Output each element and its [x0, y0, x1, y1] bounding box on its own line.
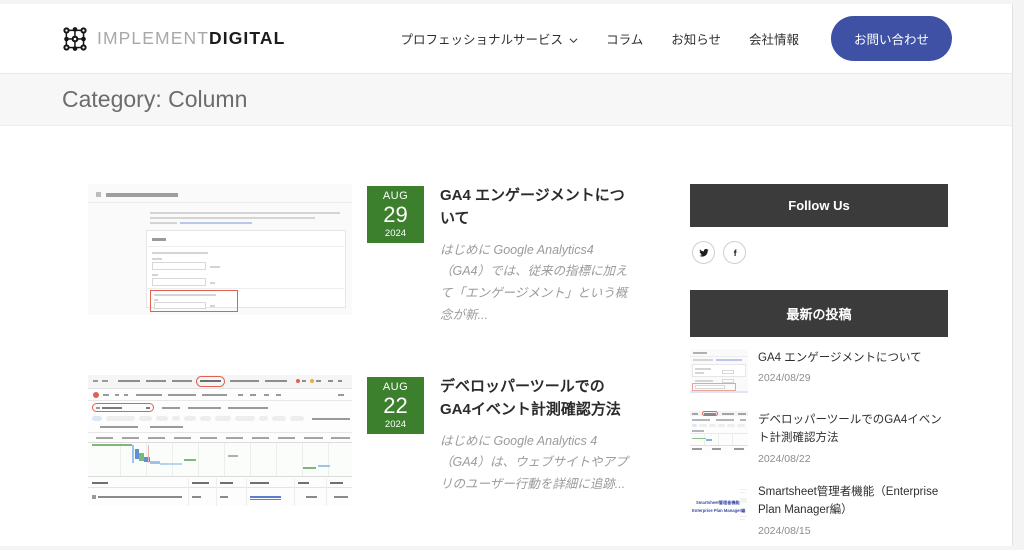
smartsheet-thumb-line2: Enterprise Plan Manager編 — [692, 507, 746, 513]
recent-post-title: デベロッパーツールでのGA4イベント計測確認方法 — [758, 414, 942, 445]
date-month: AUG — [382, 380, 409, 393]
site-header: IMPLEMENTDIGITAL プロフェッショナルサービス コラム お知らせ … — [0, 4, 1012, 74]
logo-wordmark: IMPLEMENTDIGITAL — [97, 28, 285, 49]
facebook-icon[interactable] — [723, 241, 746, 264]
nav-label: お知らせ — [671, 33, 721, 47]
ga4-settings-screenshot — [88, 184, 352, 315]
page-root: IMPLEMENTDIGITAL プロフェッショナルサービス コラム お知らせ … — [0, 4, 1013, 546]
nav-label: プロフェッショナルサービス — [400, 33, 564, 47]
date-day: 22 — [383, 392, 408, 418]
post-item: AUG 22 2024 デベロッパーツールでのGA4イベント計測確認方法 はじめ… — [88, 375, 650, 506]
content-area: AUG 29 2024 GA4 エンゲージメントについて はじめに Google… — [0, 126, 1012, 546]
post-date-badge: AUG 29 2024 — [367, 186, 424, 243]
widget-title: 最新の投稿 — [690, 290, 948, 337]
date-month: AUG — [382, 189, 409, 202]
devtools-network-screenshot — [690, 411, 748, 455]
page-title: Category: Column — [62, 86, 248, 112]
page-title-band: Category: Column — [0, 74, 1012, 126]
devtools-network-screenshot — [88, 375, 352, 506]
recent-post-thumbnail — [690, 411, 748, 455]
nav-label: コラム — [606, 33, 644, 47]
logo-text-light: IMPLEMENT — [97, 28, 209, 48]
recent-post-title: Smartsheet管理者機能（Enterprise Plan Manager編… — [758, 485, 939, 517]
site-logo[interactable]: IMPLEMENTDIGITAL — [62, 26, 285, 52]
nav-label: 会社情報 — [748, 33, 799, 47]
main-navigation: プロフェッショナルサービス コラム お知らせ 会社情報 お問い合わせ — [387, 16, 1012, 61]
contact-button[interactable]: お問い合わせ — [830, 16, 952, 61]
date-year: 2024 — [384, 418, 407, 430]
sidebar: Follow Us 最新の投稿 GA4 エンゲージメントについて 2024/08… — [690, 184, 948, 546]
recent-post-list: GA4 エンゲージメントについて 2024/08/29 デベロッパーツールでのG… — [690, 337, 948, 537]
post-date-badge: AUG 22 2024 — [367, 377, 424, 434]
post-title-link[interactable]: デベロッパーツールでのGA4イベント計測確認方法 — [440, 375, 634, 422]
social-links — [690, 227, 948, 264]
smartsheet-title-card: Smartsheet管理者機能 Enterprise Plan Manager編 — [690, 482, 748, 527]
recent-post-date: 2024/08/22 — [758, 452, 811, 465]
date-year: 2024 — [384, 227, 407, 239]
post-excerpt: はじめに Google Analytics 4 （GA4）は、ウェブサイトやアプ… — [440, 433, 628, 492]
recent-post-item[interactable]: デベロッパーツールでのGA4イベント計測確認方法 2024/08/22 — [690, 411, 948, 465]
recent-post-thumbnail: Smartsheet管理者機能 Enterprise Plan Manager編 — [690, 482, 748, 527]
post-text-block: デベロッパーツールでのGA4イベント計測確認方法 はじめに Google Ana… — [424, 375, 634, 506]
widget-title: Follow Us — [690, 184, 948, 227]
post-meta: AUG 22 2024 デベロッパーツールでのGA4イベント計測確認方法 はじめ… — [352, 375, 634, 506]
nav-item-company-info[interactable]: 会社情報 — [735, 29, 813, 48]
recent-post-date: 2024/08/15 — [758, 524, 811, 537]
post-excerpt: はじめに Google Analytics4 （GA4）では、従来の指標に加えて… — [440, 242, 628, 323]
ga4-settings-screenshot — [690, 349, 748, 393]
twitter-icon[interactable] — [692, 241, 715, 264]
post-meta: AUG 29 2024 GA4 エンゲージメントについて はじめに Google… — [352, 184, 634, 327]
post-title-link[interactable]: GA4 エンゲージメントについて — [440, 184, 634, 231]
nav-item-column[interactable]: コラム — [592, 29, 657, 48]
dot-grid-logo-icon — [62, 26, 88, 52]
post-thumbnail[interactable] — [88, 184, 352, 315]
recent-post-title: GA4 エンゲージメントについて — [758, 352, 922, 364]
recent-post-body: Smartsheet管理者機能（Enterprise Plan Manager編… — [758, 483, 948, 537]
recent-post-item[interactable]: GA4 エンゲージメントについて 2024/08/29 — [690, 349, 948, 393]
recent-post-body: GA4 エンゲージメントについて 2024/08/29 — [758, 349, 948, 393]
post-list: AUG 29 2024 GA4 エンゲージメントについて はじめに Google… — [88, 184, 650, 546]
post-thumbnail[interactable] — [88, 375, 352, 506]
post-text-block: GA4 エンゲージメントについて はじめに Google Analytics4 … — [424, 184, 634, 327]
recent-post-date: 2024/08/29 — [758, 372, 811, 385]
post-item: AUG 29 2024 GA4 エンゲージメントについて はじめに Google… — [88, 184, 650, 327]
smartsheet-thumb-line1: Smartsheet管理者機能 — [696, 499, 740, 505]
widget-follow-us: Follow Us — [690, 184, 948, 264]
recent-post-thumbnail — [690, 349, 748, 393]
logo-text-bold: DIGITAL — [209, 28, 286, 48]
browser-viewport: IMPLEMENTDIGITAL プロフェッショナルサービス コラム お知らせ … — [0, 0, 1024, 550]
nav-item-professional-services[interactable]: プロフェッショナルサービス — [387, 29, 593, 48]
widget-recent-posts: 最新の投稿 GA4 エンゲージメントについて 2024/08/29 デベロッパー… — [690, 290, 948, 537]
chevron-down-icon — [569, 34, 578, 44]
recent-post-body: デベロッパーツールでのGA4イベント計測確認方法 2024/08/22 — [758, 411, 948, 465]
recent-post-item[interactable]: Smartsheet管理者機能 Enterprise Plan Manager編 — [690, 482, 948, 537]
nav-item-news[interactable]: お知らせ — [657, 29, 735, 48]
date-day: 29 — [383, 201, 408, 227]
